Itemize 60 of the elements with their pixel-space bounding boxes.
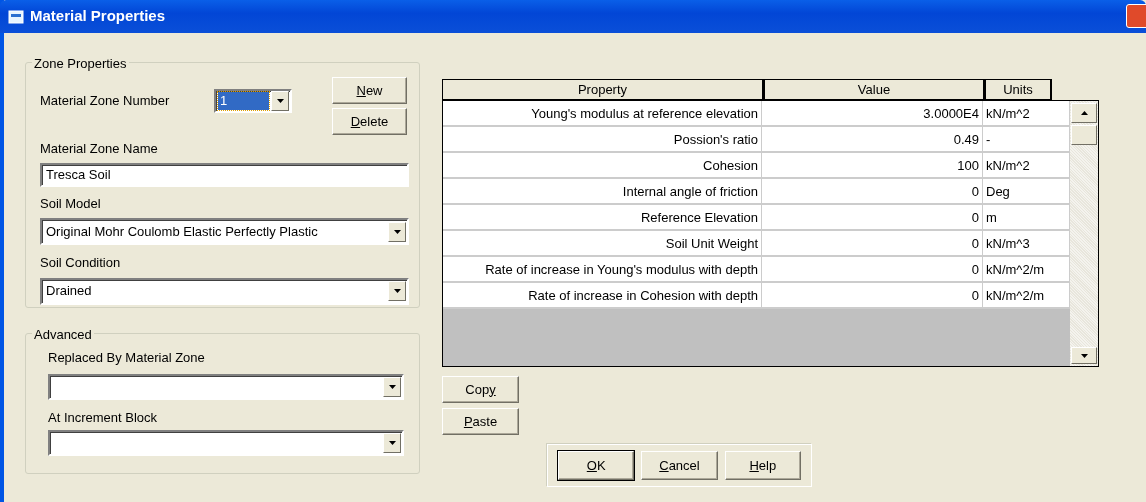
push-button[interactable]: Help [724,451,801,480]
table-cell: Cohesion [703,158,758,173]
table-cell: 0 [971,262,979,277]
table-cell: Possion's ratio [673,132,758,147]
field-label: Material Zone Number [40,92,171,111]
table-cell: Deg [986,184,1010,199]
table-cell: 0 [971,210,979,225]
table-cell: Rate of increase in Cohesion with depth [528,288,758,303]
table-cell: 0 [971,288,979,303]
table-cell: 0.49 [953,132,979,147]
push-button[interactable]: OK [558,451,635,480]
table-cell: kN/m^3 [986,236,1030,251]
field-label: At Increment Block [48,408,159,427]
column-header[interactable]: Value [764,79,985,100]
soil-model-dropdown[interactable]: Original Mohr Coulomb Elastic Perfectly Plastic [40,218,409,245]
table-cell: Reference Elevation [640,210,758,225]
field-label: Replaced By Material Zone [48,349,206,367]
push-button[interactable]: Delete [332,108,407,135]
scroll-down-button[interactable] [1071,347,1097,364]
zone-number-dropdown[interactable]: 1 [214,89,292,113]
caret-icon [276,99,284,103]
soil-condition-dropdown[interactable]: Drained [40,277,409,305]
caret-icon [388,384,396,389]
field-label: Material Zone Name [40,140,159,158]
caret-icon [388,441,396,445]
zone-name-field[interactable]: Tresca Soil [40,162,409,187]
table-cell: kN/m^2 [986,158,1030,173]
scrollbar[interactable] [1070,101,1098,366]
table-cell: 0 [971,184,979,199]
scroll-up-button[interactable] [1071,103,1097,123]
down-arrow-icon [1080,353,1088,358]
column-header[interactable]: Property [442,79,764,100]
table-cell: 3.0000E4 [923,106,979,121]
table-cell: kN/m^2 [986,106,1030,121]
table-cell: Internal angle of friction [622,184,758,199]
table-cell: Rate of increase in Young's modulus with depth [485,262,758,277]
window-title: Material Properties [30,6,166,27]
table-cell: m [986,210,997,225]
push-button[interactable]: New [332,77,407,104]
table-cell: kN/m^2/m [986,262,1045,277]
replaced-by-dropdown[interactable] [48,373,404,400]
up-arrow-icon [1080,111,1088,115]
push-button[interactable]: Paste [442,408,519,435]
push-button[interactable]: Cancel [641,451,718,480]
scroll-thumb[interactable] [1071,125,1097,145]
table-cell: 0 [971,236,979,251]
table-cell: Young's modulus at reference elevation [531,106,758,121]
field-label: Soil Model [40,194,102,213]
column-header[interactable]: Units [985,79,1052,100]
caret-icon [393,289,401,293]
field-label: Soil Condition [40,254,122,272]
window-icon [8,9,24,24]
table-cell: Soil Unit Weight [665,236,758,251]
push-button[interactable]: Copy [442,376,519,403]
close-button[interactable] [1126,4,1146,28]
table-cell: 100 [957,158,979,173]
table-cell: - [986,132,991,147]
caret-icon [393,229,401,234]
table-cell: kN/m^2/m [986,288,1045,303]
increment-block-dropdown[interactable] [48,430,404,456]
